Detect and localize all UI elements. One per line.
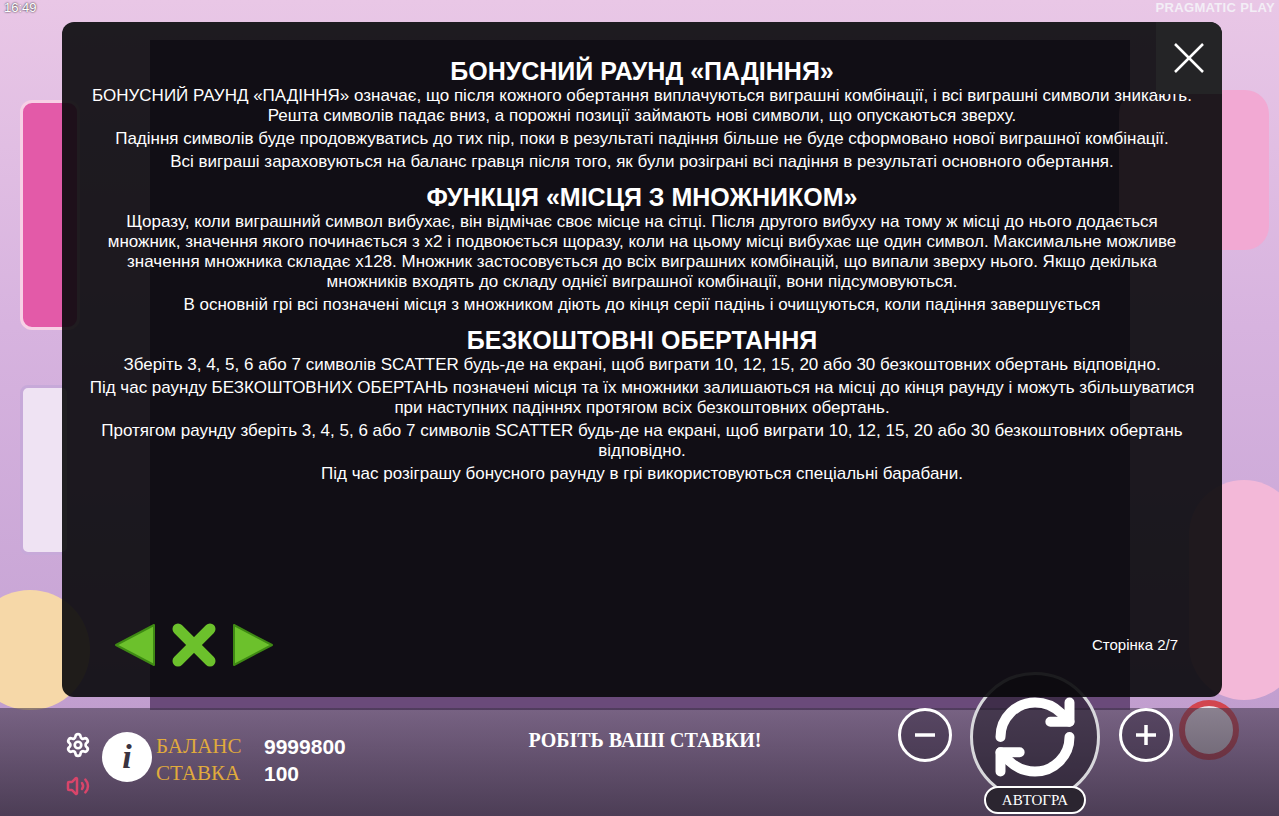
settings-button[interactable] — [65, 732, 91, 758]
section-title: БОНУСНИЙ РАУНД «ПАДІННЯ» — [88, 56, 1196, 86]
sound-button[interactable] — [66, 774, 90, 798]
section-paragraph: Падіння символів буде продовжуватись до … — [88, 129, 1196, 149]
section-paragraph: Зберіть 3, 4, 5, 6 або 7 символів SCATTE… — [88, 355, 1196, 375]
bet-value: 100 — [264, 761, 346, 786]
rules-section: БОНУСНИЙ РАУНД «ПАДІННЯ»БОНУСНИЙ РАУНД «… — [88, 56, 1196, 172]
gear-icon — [65, 732, 91, 758]
status-bar: 16:49 PRAGMATIC PLAY — [0, 0, 1279, 22]
rules-section: БЕЗКОШТОВНІ ОБЕРТАННЯЗберіть 3, 4, 5, 6 … — [88, 325, 1196, 484]
info-icon: i — [122, 739, 131, 775]
dialog-nav: Сторінка 2/7 — [62, 611, 1222, 697]
arrow-left-icon — [114, 623, 158, 667]
rules-section: ФУНКЦІЯ «МІСЦЯ З МНОЖНИКОМ»Щоразу, коли … — [88, 182, 1196, 315]
section-paragraph: В основній грі всі позначені місця з мно… — [88, 295, 1196, 315]
section-paragraph: Всі виграші зараховуються на баланс грав… — [88, 152, 1196, 172]
section-paragraph: БОНУСНИЙ РАУНД «ПАДІННЯ» означає, що піс… — [88, 86, 1196, 126]
section-paragraph: Під час раунду БЕЗКОШТОВНИХ ОБЕРТАНЬ поз… — [88, 378, 1196, 418]
arrow-right-icon — [230, 623, 274, 667]
cross-icon — [170, 621, 218, 669]
close-button[interactable] — [1156, 22, 1222, 94]
prev-page-button[interactable] — [114, 623, 158, 667]
speaker-icon — [66, 774, 90, 798]
decrease-bet-button[interactable] — [898, 708, 952, 762]
page-indicator: Сторінка 2/7 — [1092, 636, 1178, 654]
brand-logo: PRAGMATIC PLAY — [1156, 0, 1275, 16]
minus-icon — [912, 722, 938, 748]
balance-value: 9999800 — [264, 734, 346, 759]
message: РОБІТЬ ВАШІ СТАВКИ! — [470, 708, 820, 752]
clock: 16:49 — [4, 0, 37, 16]
close-icon — [1173, 42, 1205, 74]
bet-label: СТАВКА — [156, 761, 264, 786]
plus-icon — [1133, 722, 1159, 748]
next-page-button[interactable] — [230, 623, 274, 667]
control-bar: i БАЛАНС9999800СТАВКА100 РОБІТЬ ВАШІ СТАВК… — [0, 708, 1279, 816]
game-area: БОНУСНИЙ РАУНД «ПАДІННЯ»БОНУСНИЙ РАУНД «… — [0, 22, 1279, 708]
section-paragraph: Протягом раунду зберіть 3, 4, 5, 6 або 7… — [88, 421, 1196, 461]
close-rules-button[interactable] — [170, 621, 218, 669]
section-title: ФУНКЦІЯ «МІСЦЯ З МНОЖНИКОМ» — [88, 182, 1196, 212]
increase-bet-button[interactable] — [1119, 708, 1173, 762]
info-button[interactable]: i — [102, 732, 152, 782]
spin-icon — [989, 691, 1081, 783]
autoplay-button[interactable]: АВТОГРА — [984, 786, 1086, 814]
right-controls: АВТОГРА — [820, 708, 1279, 816]
game-screen: 16:49 PRAGMATIC PLAY БОНУСНИЙ РАУНД «ПАДІН… — [0, 0, 1279, 816]
section-paragraph: Під час розіграшу бонусного раунду в грі… — [88, 464, 1196, 484]
left-controls: i БАЛАНС9999800СТАВКА100 — [0, 708, 470, 798]
rules-dialog: БОНУСНИЙ РАУНД «ПАДІННЯ»БОНУСНИЙ РАУНД «… — [62, 22, 1222, 697]
section-title: БЕЗКОШТОВНІ ОБЕРТАННЯ — [88, 325, 1196, 355]
balance-label: БАЛАНС — [156, 734, 264, 759]
section-paragraph: Щоразу, коли виграшний символ вибухає, в… — [88, 212, 1196, 292]
rules-content: БОНУСНИЙ РАУНД «ПАДІННЯ»БОНУСНИЙ РАУНД «… — [62, 22, 1222, 484]
